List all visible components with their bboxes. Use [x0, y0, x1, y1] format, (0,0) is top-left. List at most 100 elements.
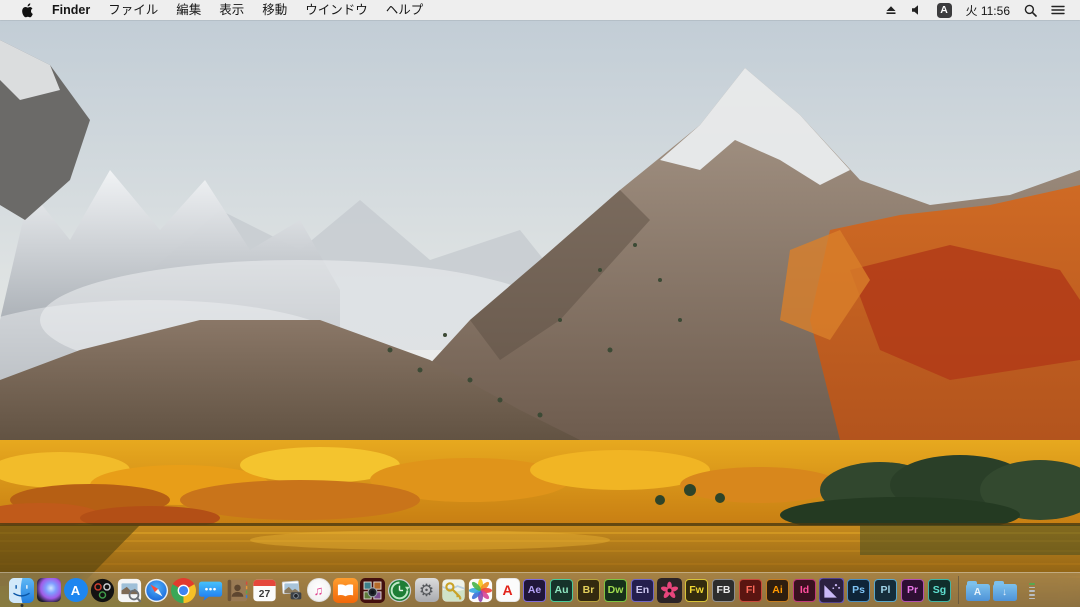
dock-divider	[958, 576, 959, 604]
safari-icon	[144, 578, 169, 603]
dock-item-messages[interactable]	[198, 578, 223, 603]
dock-item-after-effects[interactable]: Ae	[522, 578, 547, 603]
dock-item-siri[interactable]	[36, 578, 61, 603]
menu-bar-status: A 火 11:56	[878, 2, 1080, 19]
encore-icon: En	[631, 579, 654, 602]
notification-center-icon[interactable]	[1044, 4, 1072, 16]
wallpaper-image	[0, 20, 1080, 607]
dock-item-time-machine[interactable]	[387, 578, 412, 603]
dock-item-prelude[interactable]: Pl	[873, 578, 898, 603]
spotlight-icon[interactable]	[1017, 4, 1044, 17]
dock-item-recent-document[interactable]	[1019, 578, 1044, 603]
finder-running-indicator	[20, 604, 23, 607]
dock-item-acrobat-reader[interactable]: A	[495, 578, 520, 603]
photos-icon	[468, 578, 493, 603]
dock-item-photos[interactable]	[468, 578, 493, 603]
dock-item-applications-folder[interactable]: A	[965, 578, 990, 603]
ibooks-icon	[333, 578, 358, 603]
dock-item-illustrator[interactable]: Ai	[765, 578, 790, 603]
menu-go[interactable]: 移動	[253, 0, 296, 20]
menu-file[interactable]: ファイル	[99, 0, 167, 20]
finder-icon	[9, 578, 34, 603]
dock-item-chrome[interactable]	[171, 578, 196, 603]
keychain-access-icon	[441, 578, 466, 603]
dock-item-finder[interactable]	[9, 578, 34, 603]
prelude-icon: Pl	[874, 579, 897, 602]
menu-edit[interactable]: 編集	[167, 0, 210, 20]
flash-icon: Fl	[739, 579, 762, 602]
siri-icon	[37, 578, 61, 602]
dock-item-calendar[interactable]: 27	[252, 578, 277, 603]
dock-item-trash[interactable]	[1046, 578, 1071, 603]
calendar-icon: 27	[252, 578, 277, 603]
dock-item-keychain-access[interactable]	[441, 578, 466, 603]
menu-bar: Finderファイル編集表示移動ウインドウヘルプ A 火 11:56	[0, 0, 1080, 20]
menu-window[interactable]: ウインドウ	[296, 0, 377, 20]
dock-item-itunes[interactable]: ♫	[306, 578, 331, 603]
dock-item-system-preferences[interactable]: ⚙	[414, 578, 439, 603]
input-source-menu[interactable]: A	[930, 3, 959, 18]
dock-item-photo-booth[interactable]	[360, 578, 385, 603]
bridge-icon: Br	[577, 579, 600, 602]
dock-item-adobe-flower-app[interactable]	[657, 578, 682, 603]
dock: A27♫⚙AAeAuBrDwEnFwFBFlAiIdPsPlPrSgA↓	[0, 572, 1080, 607]
dock-item-photoshop[interactable]: Ps	[846, 578, 871, 603]
after-effects-icon: Ae	[523, 579, 546, 602]
menu-bar-clock[interactable]: 火 11:56	[959, 2, 1017, 19]
recent-document-icon	[1027, 581, 1037, 599]
preview-icon	[117, 578, 142, 603]
apple-icon	[20, 3, 33, 18]
applications-folder-icon: A	[966, 580, 990, 601]
dreamweaver-icon: Dw	[604, 579, 627, 602]
audition-icon: Au	[550, 579, 573, 602]
messages-icon	[198, 578, 223, 603]
dock-item-preview[interactable]	[117, 578, 142, 603]
dock-item-app-store[interactable]: A	[63, 578, 88, 603]
dock-item-flash-builder[interactable]: FB	[711, 578, 736, 603]
dock-item-downloads-folder[interactable]: ↓	[992, 578, 1017, 603]
premiere-icon: Pr	[901, 579, 924, 602]
dock-item-bridge[interactable]: Br	[576, 578, 601, 603]
contacts-icon	[225, 578, 250, 603]
menu-finder[interactable]: Finder	[43, 0, 99, 20]
image-capture-icon	[279, 578, 304, 603]
menu-view[interactable]: 表示	[210, 0, 253, 20]
dock-item-indesign[interactable]: Id	[792, 578, 817, 603]
app-store-icon: A	[64, 578, 88, 602]
desktop: Finderファイル編集表示移動ウインドウヘルプ A 火 11:56 A 27 ♫ ⚙…	[0, 0, 1080, 607]
apple-menu[interactable]	[10, 3, 43, 18]
indesign-icon: Id	[793, 579, 816, 602]
volume-icon[interactable]	[904, 4, 930, 16]
itunes-icon: ♫	[307, 578, 331, 602]
dock-item-speedgrade[interactable]: Sg	[927, 578, 952, 603]
dock-item-ibooks[interactable]	[333, 578, 358, 603]
dock-item-dreamweaver[interactable]: Dw	[603, 578, 628, 603]
fireworks-icon: Fw	[685, 579, 708, 602]
adobe-flower-app-icon	[657, 578, 682, 603]
speedgrade-icon: Sg	[928, 579, 951, 602]
menu-bar-left: Finderファイル編集表示移動ウインドウヘルプ	[0, 0, 432, 20]
downloads-folder-icon: ↓	[993, 580, 1017, 601]
eject-icon[interactable]	[878, 4, 904, 16]
illustrator-icon: Ai	[766, 579, 789, 602]
media-encoder-icon	[819, 578, 844, 603]
photoshop-icon: Ps	[847, 579, 870, 602]
input-source-badge: A	[937, 3, 952, 18]
dock-item-fireworks[interactable]: Fw	[684, 578, 709, 603]
dock-item-safari[interactable]	[144, 578, 169, 603]
svg-text:27: 27	[259, 589, 271, 600]
dock-item-dashboard[interactable]	[90, 578, 115, 603]
dock-item-image-capture[interactable]	[279, 578, 304, 603]
acrobat-reader-icon: A	[496, 578, 520, 602]
time-machine-icon	[387, 578, 412, 603]
chrome-icon	[171, 578, 196, 603]
dock-item-premiere[interactable]: Pr	[900, 578, 925, 603]
dock-item-encore[interactable]: En	[630, 578, 655, 603]
dock-item-contacts[interactable]	[225, 578, 250, 603]
dock-item-media-encoder[interactable]	[819, 578, 844, 603]
menu-help[interactable]: ヘルプ	[377, 0, 433, 20]
flash-builder-icon: FB	[712, 579, 735, 602]
system-preferences-icon: ⚙	[415, 578, 439, 602]
dock-item-flash[interactable]: Fl	[738, 578, 763, 603]
dock-item-audition[interactable]: Au	[549, 578, 574, 603]
